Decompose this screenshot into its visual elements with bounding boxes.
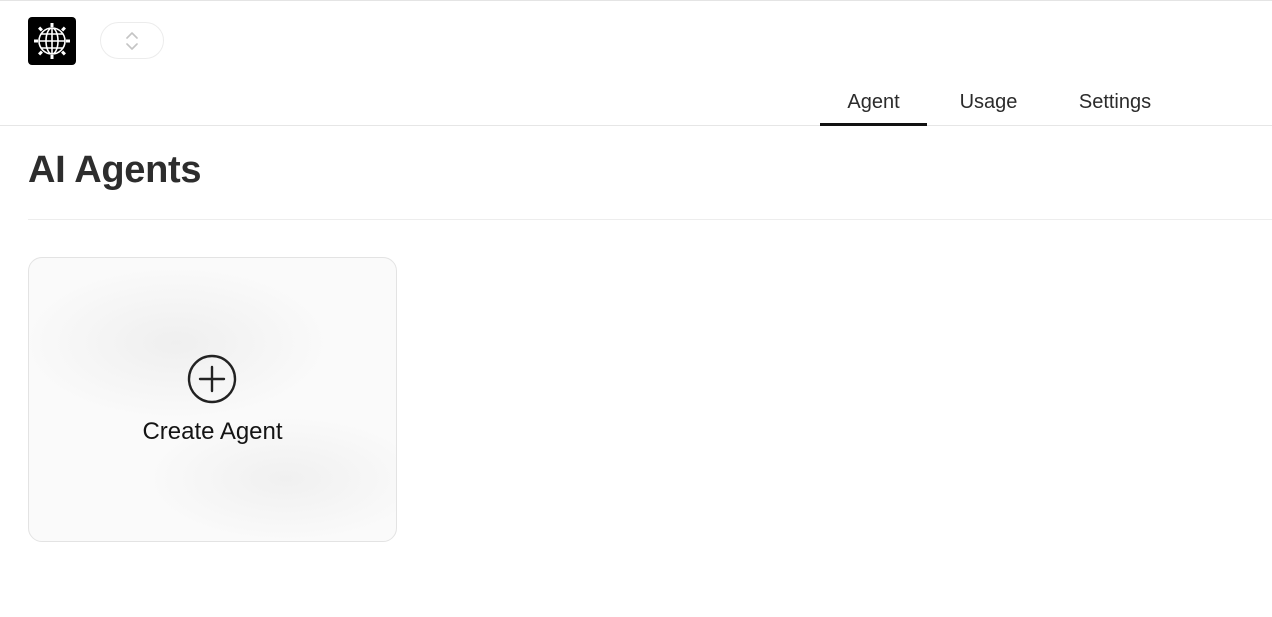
tab-usage[interactable]: Usage — [927, 83, 1050, 126]
chevron-up-down-icon — [126, 31, 138, 50]
tab-agent-label: Agent — [847, 91, 900, 113]
main-tabs: Agent Usage Settings — [820, 83, 1180, 126]
workspace-switcher[interactable] — [100, 22, 164, 59]
page: Agent Usage Settings AI Agents Create Ag… — [0, 0, 1272, 617]
create-agent-card[interactable]: Create Agent — [28, 257, 397, 542]
tab-usage-label: Usage — [959, 91, 1018, 113]
tab-agent[interactable]: Agent — [820, 83, 927, 126]
tab-settings-label: Settings — [1078, 91, 1152, 113]
tab-settings[interactable]: Settings — [1050, 83, 1180, 126]
top-navigation-bar: Agent Usage Settings — [0, 1, 1272, 126]
globe-gear-icon — [34, 23, 70, 59]
plus-circle-icon — [187, 354, 237, 404]
create-agent-label: Create Agent — [142, 418, 283, 445]
page-title: AI Agents — [28, 149, 202, 191]
title-divider — [28, 219, 1272, 220]
app-logo[interactable] — [28, 17, 76, 65]
